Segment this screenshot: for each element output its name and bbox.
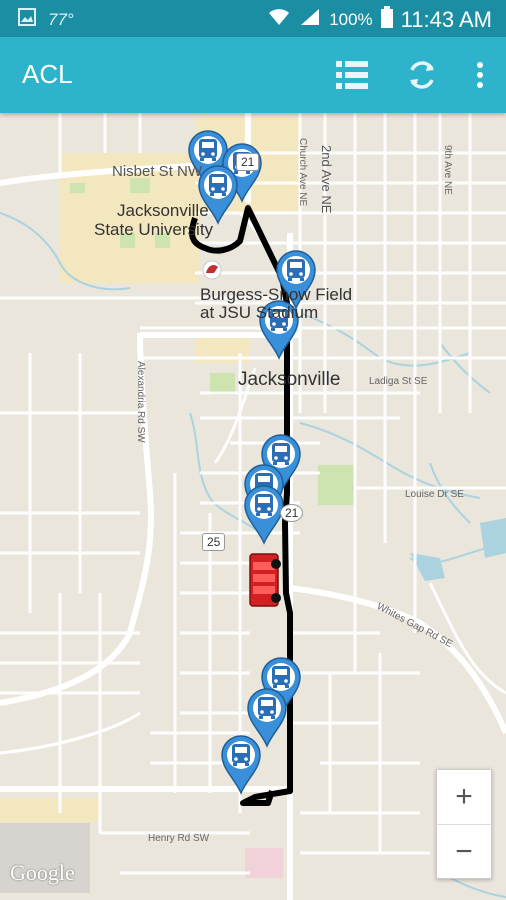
bus-icon: [232, 744, 250, 766]
street-label-ladiga: Ladiga St SE: [369, 376, 428, 387]
gallery-icon: [18, 8, 36, 31]
google-attribution: Google: [10, 860, 75, 885]
park-area-east: [318, 465, 354, 505]
bus-icon: [258, 697, 276, 719]
place-label-jsu-2: State University: [94, 220, 214, 239]
bus-stop-marker[interactable]: [221, 735, 261, 795]
map-canvas: [0, 113, 506, 900]
bus-icon: [209, 174, 227, 196]
street-label-2nd-ave: 2nd Ave NE: [319, 145, 334, 214]
zoom-controls: + −: [436, 769, 492, 879]
battery-icon: [380, 6, 393, 33]
wifi-icon: [267, 7, 291, 32]
refresh-icon: [410, 61, 434, 89]
place-label-stadium-2: at JSU Stadium: [200, 303, 319, 322]
battery-text: 100%: [329, 9, 373, 29]
overflow-menu-button[interactable]: [472, 55, 488, 95]
list-view-button[interactable]: [332, 55, 372, 95]
street-label-nisbet: Nisbet St NW: [112, 163, 203, 180]
street-label-louise: Louise Dr SE: [405, 489, 464, 500]
status-bar: 77° 100% 11:43 AM: [0, 0, 506, 37]
street-label-9th-ave: 9th Ave NE: [442, 145, 453, 195]
app-title: ACL: [22, 59, 73, 89]
bus-icon: [255, 494, 273, 516]
street-label-alexandria: Alexandria Rd SW: [135, 361, 146, 443]
signal-icon: [299, 7, 321, 32]
bus-icon: [199, 139, 217, 161]
bus-icon: [272, 666, 290, 688]
city-label: Jacksonville: [238, 369, 341, 390]
place-label-jsu-1: Jacksonville: [117, 201, 209, 220]
street-label-church: Church Ave NE: [297, 138, 308, 207]
bus-icon: [272, 443, 290, 465]
route-shield-25: 25: [202, 533, 226, 551]
stadium-marker[interactable]: [202, 260, 222, 280]
map-view[interactable]: Nisbet St NW Jacksonville State Universi…: [0, 113, 506, 900]
street-label-henry: Henry Rd SW: [148, 833, 210, 844]
temperature-text: 77°: [48, 9, 74, 29]
list-icon: [336, 61, 368, 89]
refresh-button[interactable]: [402, 55, 442, 95]
bus-stop-marker[interactable]: [247, 688, 287, 748]
more-vert-icon: [477, 62, 483, 88]
zoom-in-button[interactable]: +: [437, 770, 491, 824]
zoom-out-button[interactable]: −: [437, 824, 491, 879]
app-bar: ACL: [0, 37, 506, 113]
live-bus-marker[interactable]: [249, 553, 281, 607]
route-shield-21: 21: [236, 153, 260, 171]
place-label-stadium-1: Burgess-Snow Field: [200, 285, 353, 304]
clock-text: 11:43 AM: [400, 6, 492, 32]
bus-icon: [287, 259, 305, 281]
